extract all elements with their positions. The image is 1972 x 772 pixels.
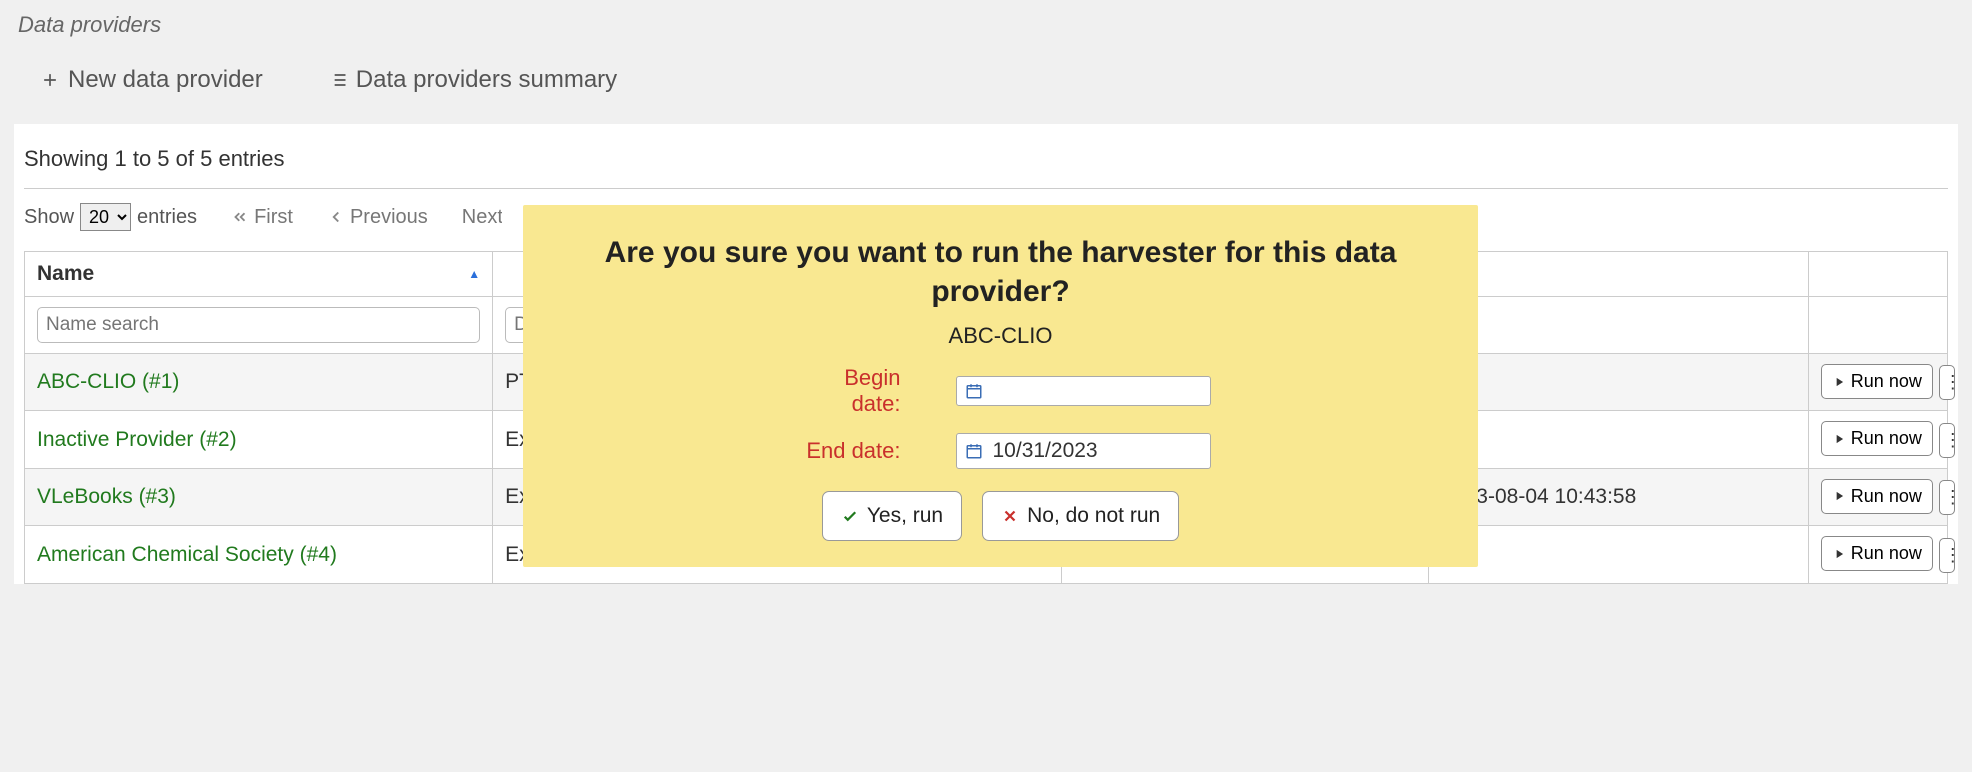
modal-provider-name: ABC-CLIO xyxy=(563,323,1438,349)
modal-title: Are you sure you want to run the harvest… xyxy=(563,233,1438,311)
run-now-label: Run now xyxy=(1851,428,1922,449)
yes-run-button[interactable]: Yes, run xyxy=(822,491,962,541)
run-now-button[interactable]: Run now xyxy=(1821,364,1933,399)
col-actions xyxy=(1808,252,1947,297)
next-label: Next xyxy=(462,206,502,229)
next-page-button[interactable]: Next xyxy=(462,206,502,229)
confirm-run-modal: Are you sure you want to run the harvest… xyxy=(523,205,1478,567)
data-providers-summary-link[interactable]: Data providers summary xyxy=(328,66,617,94)
provider-link[interactable]: Inactive Provider (#2) xyxy=(37,428,237,451)
chevron-left-icon xyxy=(327,208,345,226)
calendar-icon xyxy=(965,442,983,460)
play-icon xyxy=(1832,547,1846,561)
end-date-value: 10/31/2023 xyxy=(993,439,1098,463)
no-run-label: No, do not run xyxy=(1027,504,1160,528)
entries-select[interactable]: 20 xyxy=(80,203,131,231)
name-search-input[interactable] xyxy=(37,307,480,343)
begin-date-label: Begin date: xyxy=(791,365,901,417)
provider-last-run: 2023-08-04 10:43:58 xyxy=(1429,468,1809,525)
check-icon xyxy=(841,507,859,525)
more-actions-button[interactable]: ⋮ xyxy=(1939,365,1955,400)
play-icon xyxy=(1832,375,1846,389)
first-page-button[interactable]: First xyxy=(231,206,293,229)
first-label: First xyxy=(254,206,293,229)
new-data-provider-link[interactable]: New data provider xyxy=(40,66,263,94)
begin-date-row: Begin date: xyxy=(563,365,1438,417)
end-date-label: End date: xyxy=(791,438,901,464)
run-now-button[interactable]: Run now xyxy=(1821,421,1933,456)
run-now-label: Run now xyxy=(1851,486,1922,507)
end-date-input[interactable]: 10/31/2023 xyxy=(956,433,1211,469)
new-data-provider-label: New data provider xyxy=(68,66,263,94)
yes-run-label: Yes, run xyxy=(867,504,943,528)
run-now-button[interactable]: Run now xyxy=(1821,479,1933,514)
close-icon xyxy=(1001,507,1019,525)
chevron-double-left-icon xyxy=(231,208,249,226)
provider-link[interactable]: ABC-CLIO (#1) xyxy=(37,370,179,393)
play-icon xyxy=(1832,432,1846,446)
col-last-run[interactable] xyxy=(1429,252,1809,297)
provider-link[interactable]: VLeBooks (#3) xyxy=(37,485,176,508)
provider-last-run xyxy=(1429,526,1809,583)
play-icon xyxy=(1832,489,1846,503)
calendar-icon xyxy=(965,382,983,400)
toolbar: New data provider Data providers summary xyxy=(0,66,1972,124)
provider-link[interactable]: American Chemical Society (#4) xyxy=(37,543,337,566)
provider-last-run xyxy=(1429,411,1809,468)
list-icon xyxy=(328,70,348,90)
show-label: Show xyxy=(24,206,74,229)
entries-label: entries xyxy=(137,206,197,229)
showing-info: Showing 1 to 5 of 5 entries xyxy=(24,146,1948,189)
run-now-button[interactable]: Run now xyxy=(1821,536,1933,571)
run-now-label: Run now xyxy=(1851,371,1922,392)
provider-last-run xyxy=(1429,354,1809,411)
run-now-label: Run now xyxy=(1851,543,1922,564)
previous-label: Previous xyxy=(350,206,428,229)
sort-asc-icon: ▲ xyxy=(468,267,480,281)
col-name[interactable]: Name ▲ xyxy=(25,252,493,297)
more-actions-button[interactable]: ⋮ xyxy=(1939,480,1955,515)
summary-label: Data providers summary xyxy=(356,66,617,94)
modal-actions: Yes, run No, do not run xyxy=(563,491,1438,541)
no-do-not-run-button[interactable]: No, do not run xyxy=(982,491,1179,541)
previous-page-button[interactable]: Previous xyxy=(327,206,428,229)
page-title: Data providers xyxy=(0,0,1972,66)
more-actions-button[interactable]: ⋮ xyxy=(1939,423,1955,458)
end-date-row: End date: 10/31/2023 xyxy=(563,433,1438,469)
more-actions-button[interactable]: ⋮ xyxy=(1939,538,1955,573)
col-name-label: Name xyxy=(37,262,94,285)
plus-icon xyxy=(40,70,60,90)
begin-date-input[interactable] xyxy=(956,376,1211,406)
show-entries: Show 20 entries xyxy=(24,203,197,231)
